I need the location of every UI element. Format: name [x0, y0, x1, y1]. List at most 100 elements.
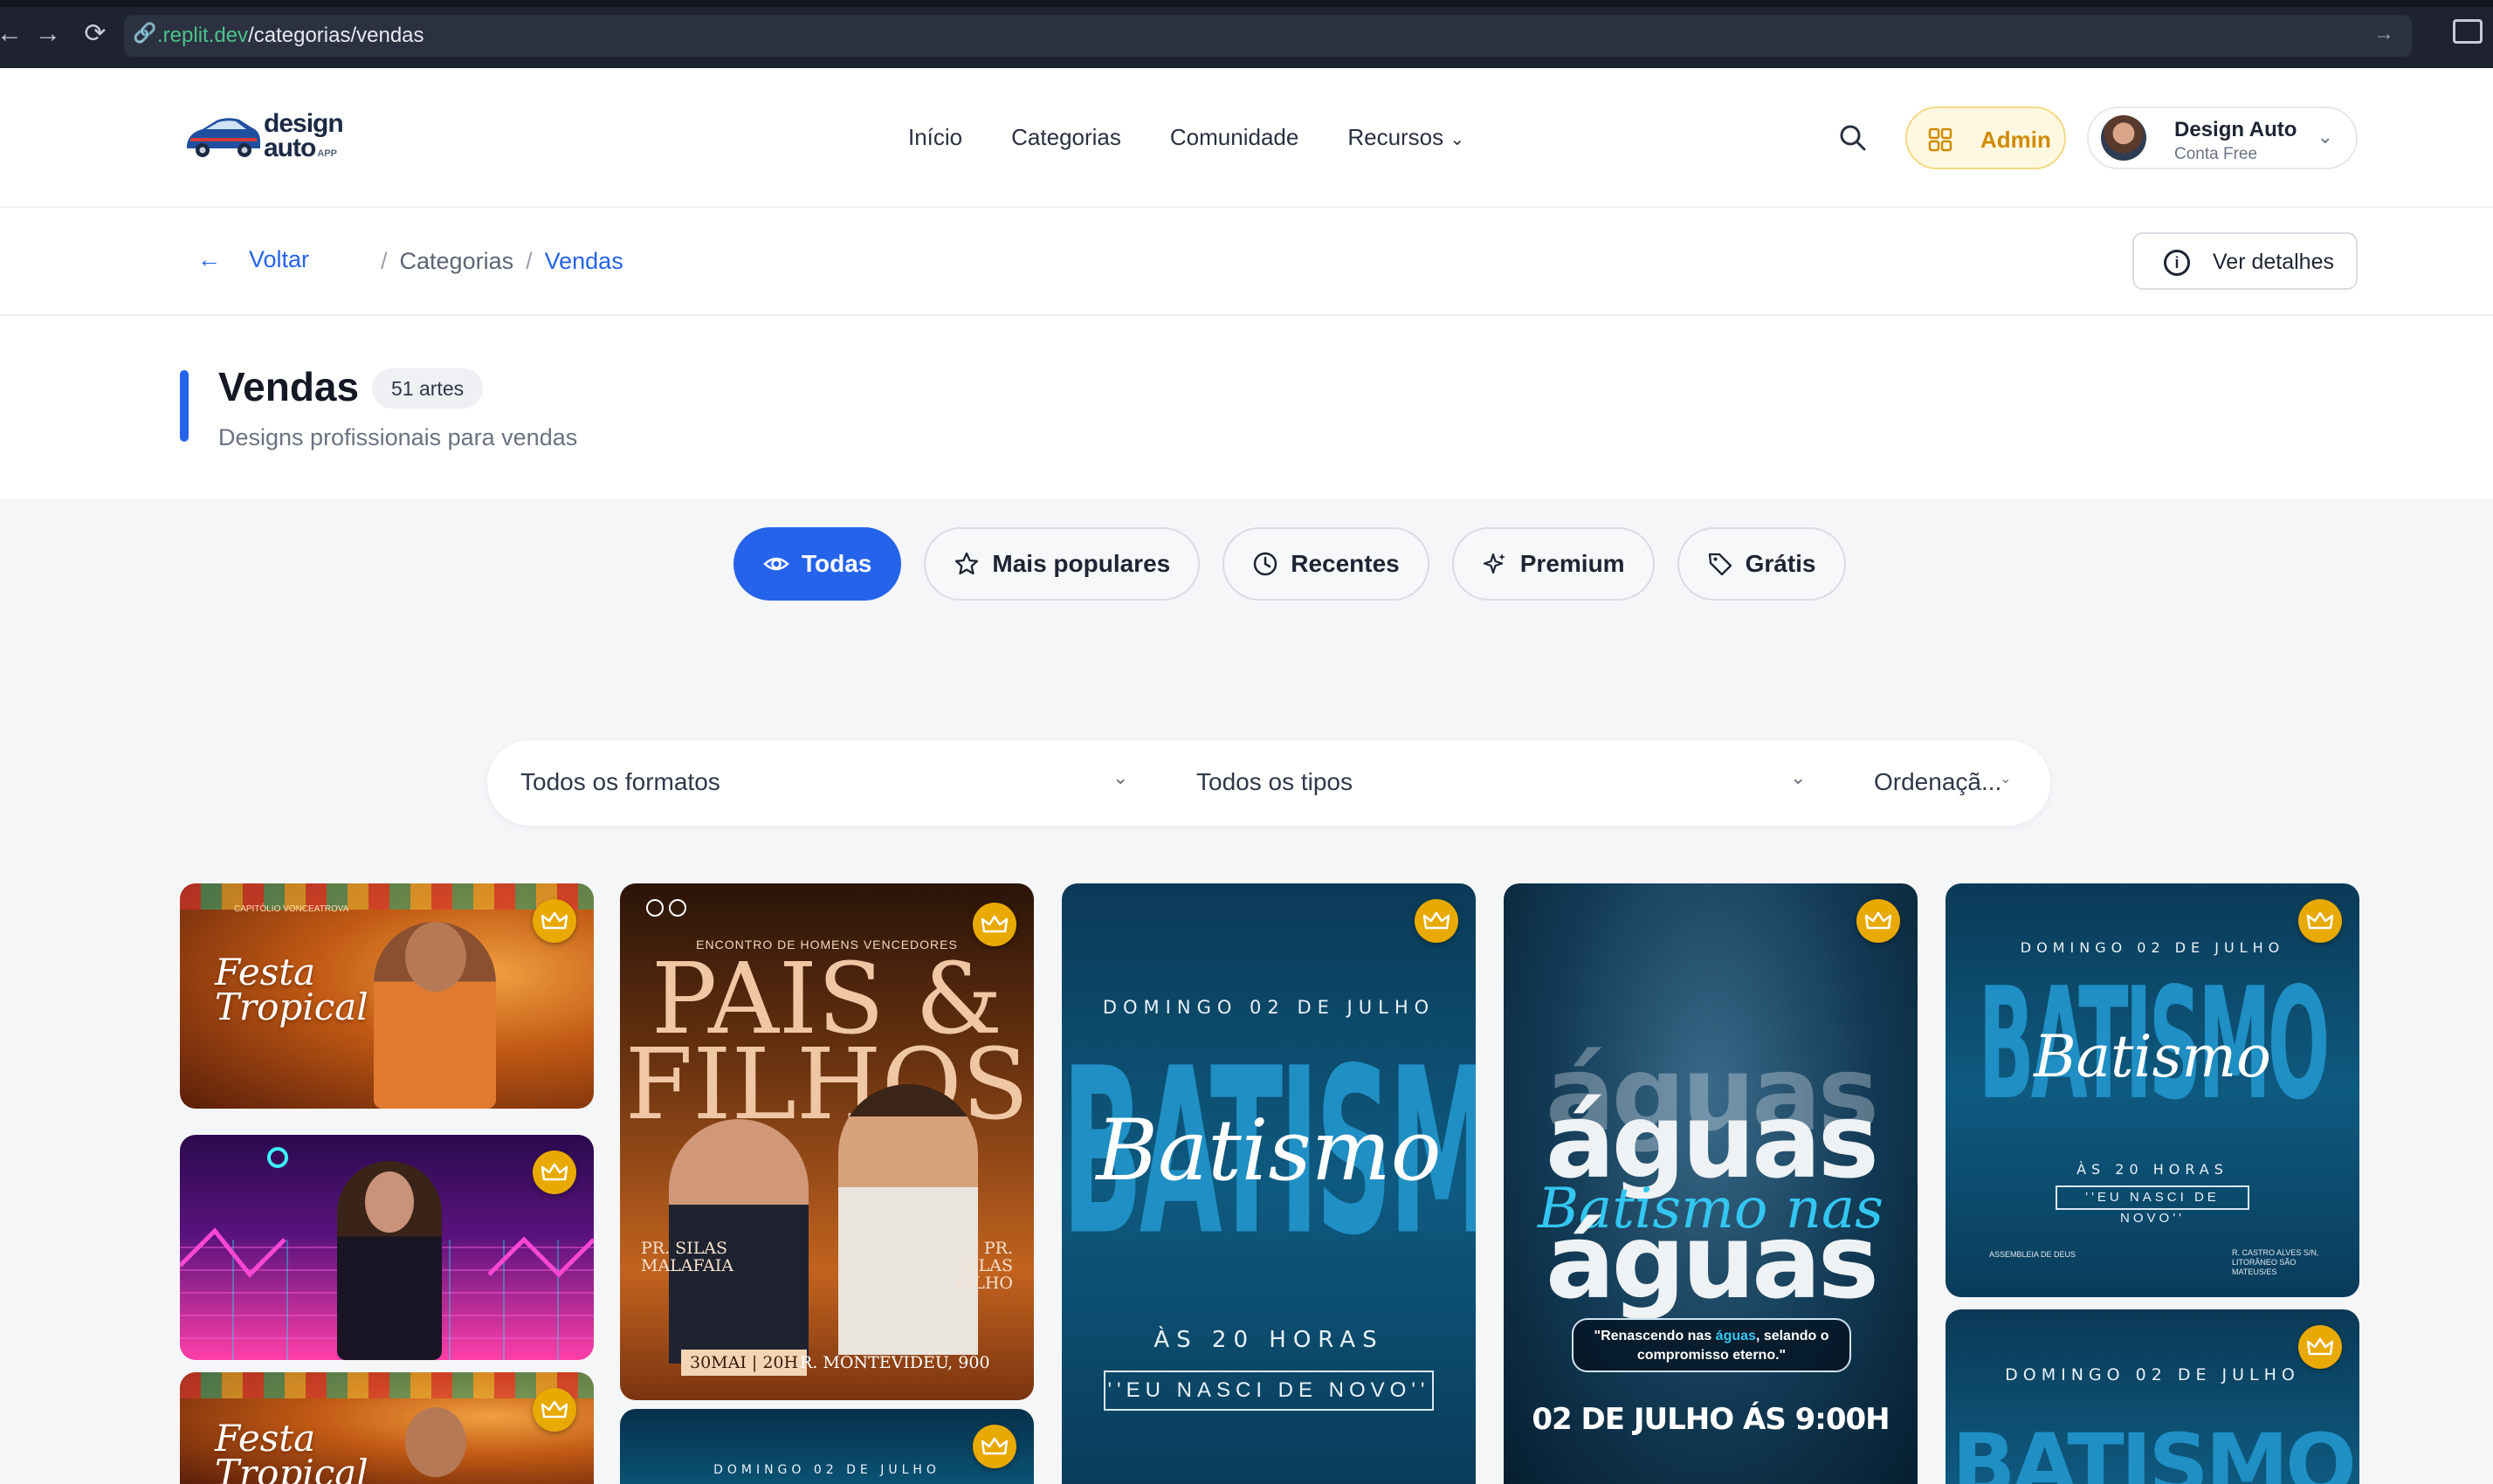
- breadcrumb-categorias[interactable]: Categorias: [400, 248, 514, 274]
- art-card-festa-tropical[interactable]: Festa Tropical CAPITÓLIO VONCEATROVA: [180, 883, 594, 1109]
- art-card-batismo-2[interactable]: DOMINGO 02 DE JULHO BATISMO: [1946, 1309, 2359, 1484]
- go-arrow-icon[interactable]: →: [2373, 22, 2394, 46]
- monitor-icon[interactable]: [2453, 19, 2483, 44]
- nav-recursos[interactable]: Recursos ⌄: [1347, 124, 1464, 151]
- batismo-date: DOMINGO 02 DE JULHO: [2005, 1365, 2300, 1384]
- back-nav-icon[interactable]: ←: [0, 19, 24, 49]
- breadcrumb-current: Vendas: [544, 248, 623, 274]
- batismo-time: ÀS 20 HORAS: [2076, 1161, 2228, 1178]
- tag-icon: [1708, 553, 1732, 576]
- browser-tabstrip: [0, 0, 2493, 7]
- aguas-date: 02 DE JULHO ÁS 9:00H: [1532, 1402, 1890, 1437]
- bunting-decoration: [180, 1372, 594, 1398]
- admin-label: Admin: [1980, 127, 2051, 153]
- search-icon[interactable]: [1837, 122, 1869, 154]
- user-name: Design Auto: [2174, 118, 2297, 141]
- breadcrumb: / Categorias / Vendas: [368, 248, 623, 275]
- sparkles-icon: [1483, 553, 1505, 574]
- batismo-date: DOMINGO 02 DE JULHO: [1102, 997, 1436, 1018]
- pais-title: PAIS & FILHOS: [624, 943, 1030, 1142]
- chevron-down-icon: ⌄: [1790, 766, 1807, 788]
- festa-title: Festa Tropical: [215, 1417, 368, 1484]
- aguas-quote: "Renascendo nas águas, selando o comprom…: [1572, 1318, 1851, 1372]
- filter-label: Grátis: [1745, 550, 1816, 577]
- batismo-quote: ''EU NASCI DE NOVO'': [1104, 1371, 1434, 1411]
- person-head: [365, 1171, 414, 1233]
- url-text: .replit.dev/categorias/vendas: [157, 24, 424, 47]
- pais-address: R. MONTEVIDÉU, 900: [800, 1353, 990, 1372]
- page-title: Vendas: [218, 364, 360, 409]
- logo[interactable]: design auto APP: [182, 106, 356, 168]
- church-logo-icon: [646, 899, 664, 917]
- filter-pills: Todas Mais populares Recentes Premium Gr…: [733, 527, 1846, 601]
- batismo-script: Batismo: [2034, 1023, 2271, 1090]
- user-plan: Conta Free: [2174, 145, 2258, 163]
- art-card-neon-dj[interactable]: [180, 1135, 594, 1360]
- nav-recursos-label: Recursos: [1347, 124, 1444, 150]
- address-bar[interactable]: 🔗 .replit.dev/categorias/vendas →: [124, 15, 2412, 57]
- filter-todas[interactable]: Todas: [733, 527, 902, 601]
- neon-circle: [267, 1147, 288, 1168]
- forward-nav-icon[interactable]: →: [33, 19, 63, 49]
- nav-inicio[interactable]: Início: [908, 124, 962, 151]
- breadcrumb-separator: /: [381, 248, 388, 274]
- filter-mais-populares[interactable]: Mais populares: [924, 527, 1201, 601]
- back-button[interactable]: ← Voltar: [197, 246, 309, 273]
- filter-select-bar: Todos os formatos ⌄ Todos os tipos ⌄ Ord…: [487, 740, 2050, 826]
- avatar: [2101, 115, 2146, 161]
- premium-crown-icon: [973, 1425, 1016, 1468]
- nav-categorias[interactable]: Categorias: [1011, 124, 1121, 151]
- festa-kicker: CAPITÓLIO VONCEATROVA: [234, 904, 349, 914]
- batismo-script: Batismo: [1096, 1102, 1442, 1199]
- user-menu[interactable]: Design Auto Conta Free ⌄: [2087, 106, 2358, 169]
- chevron-down-icon: ⌄: [1450, 130, 1465, 149]
- art-card-pais-filhos[interactable]: ENCONTRO DE HOMENS VENCEDORES PAIS & FILH…: [620, 883, 1034, 1400]
- arrow-left-icon: ←: [197, 246, 221, 272]
- count-badge: 51 artes: [372, 368, 484, 409]
- festa-title: Festa Tropical: [215, 951, 368, 1028]
- filter-premium[interactable]: Premium: [1451, 527, 1655, 601]
- batismo-quote: ''EU NASCI DE NOVO'': [2056, 1185, 2249, 1226]
- filter-label: Recentes: [1291, 550, 1400, 577]
- type-select[interactable]: Todos os tipos: [1196, 768, 1353, 796]
- batismo-time: ÀS 20 HORAS: [1154, 1327, 1384, 1353]
- nav-comunidade[interactable]: Comunidade: [1170, 124, 1298, 151]
- premium-crown-icon: [533, 1151, 576, 1194]
- premium-crown-icon: [1856, 899, 1900, 943]
- star-icon: [955, 552, 979, 575]
- premium-crown-icon: [2298, 1325, 2342, 1369]
- quote-highlight: águas: [1715, 1329, 1756, 1343]
- chevron-down-icon: ⌄: [1112, 766, 1129, 788]
- format-select[interactable]: Todos os formatos: [520, 768, 720, 796]
- filter-recentes[interactable]: Recentes: [1222, 527, 1429, 601]
- browser-toolbar: ← → ⟳ 🔗 .replit.dev/categorias/vendas →: [0, 0, 2493, 68]
- art-card-batismo-aguas[interactable]: águas águas Batismo nas águas "Renascend…: [1504, 883, 1918, 1484]
- batismo-date: DOMINGO 02 DE JULHO: [713, 1463, 940, 1477]
- eye-icon: [763, 557, 789, 571]
- details-button[interactable]: i Ver detalhes: [2132, 232, 2358, 290]
- filter-label: Premium: [1519, 550, 1625, 577]
- chevron-down-icon: ⌄: [2317, 126, 2333, 148]
- filter-gratis[interactable]: Grátis: [1677, 527, 1846, 601]
- aguas-big-word-2: águas: [1546, 1201, 1879, 1322]
- premium-crown-icon: [533, 899, 576, 943]
- title-accent-bar: [180, 370, 189, 442]
- speaker-right-name: PR. SILAS FILHO: [955, 1239, 1013, 1293]
- speaker-left-name: PR. SILAS MALAFAIA: [641, 1239, 733, 1275]
- premium-crown-icon: [2298, 899, 2342, 943]
- pais-date: 30MAI | 20H: [681, 1350, 808, 1376]
- filter-label: Todas: [802, 550, 872, 577]
- breadcrumb-bar: ← Voltar / Categorias / Vendas i Ver detalh…: [0, 208, 2493, 316]
- art-card-batismo-square[interactable]: DOMINGO 02 DE JULHO BATISMO Batismo ÀS 2…: [1946, 883, 2359, 1297]
- reload-icon[interactable]: ⟳: [80, 19, 110, 49]
- app-header: design auto APP Início Categorias Comunid…: [0, 68, 2493, 208]
- art-card-batismo[interactable]: DOMINGO 02 DE JULHO BATISMO Batismo ÀS 2…: [1062, 883, 1476, 1484]
- order-select[interactable]: Ordenaçã...: [1874, 768, 2001, 796]
- person-head: [405, 922, 466, 992]
- art-card-festa-tropical-2[interactable]: Festa Tropical: [180, 1372, 594, 1484]
- filter-label: Mais populares: [992, 550, 1171, 577]
- admin-button[interactable]: Admin: [1905, 106, 2066, 169]
- premium-crown-icon: [973, 903, 1016, 946]
- art-card-batismo-3[interactable]: DOMINGO 02 DE JULHO: [620, 1409, 1034, 1484]
- page-header: Vendas 51 artes Designs profissionais pa…: [0, 316, 2493, 499]
